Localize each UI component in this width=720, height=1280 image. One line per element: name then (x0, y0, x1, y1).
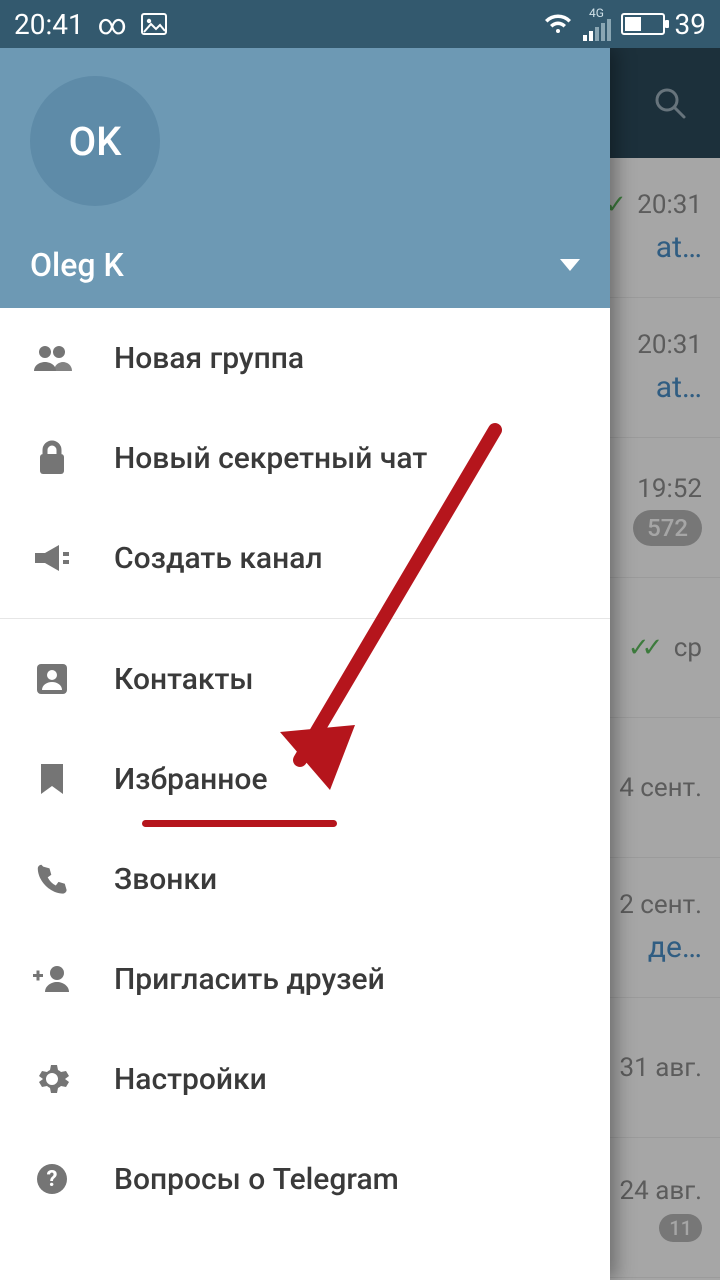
drawer-header: OK Oleg K (0, 48, 610, 308)
menu-label: Новая группа (114, 341, 304, 376)
menu-saved-messages[interactable]: Избранное (0, 729, 610, 829)
menu-label: Настройки (114, 1062, 267, 1097)
menu-new-group[interactable]: Новая группа (0, 308, 610, 408)
avatar-initials: OK (69, 118, 122, 165)
menu-new-channel[interactable]: Создать канал (0, 508, 610, 608)
status-left: 20:41 ∞ (14, 8, 167, 41)
menu-secret-chat[interactable]: Новый секретный чат (0, 408, 610, 508)
signal-icon (583, 19, 611, 41)
menu-settings[interactable]: Настройки (0, 1029, 610, 1129)
menu-label: Новый секретный чат (114, 441, 427, 476)
menu-calls[interactable]: Звонки (0, 829, 610, 929)
battery-percent: 39 (675, 8, 706, 41)
account-switcher[interactable]: Oleg K (30, 246, 580, 284)
network-type: 4G (589, 7, 604, 19)
menu-label: Звонки (114, 862, 217, 897)
menu-label: Избранное (114, 762, 268, 797)
annotation-underline (142, 820, 337, 827)
menu-contacts[interactable]: Контакты (0, 629, 610, 729)
status-right: 4G 39 (543, 7, 706, 41)
drawer-menu: Новая группа Новый секретный чат Создать… (0, 308, 610, 1280)
add-user-icon (30, 964, 74, 994)
menu-divider (0, 618, 610, 619)
phone-icon (30, 863, 74, 895)
menu-label: Создать канал (114, 541, 323, 576)
group-icon (30, 343, 74, 373)
navigation-drawer: OK Oleg K Новая группа Новый секретный ч… (0, 48, 610, 1280)
menu-faq[interactable]: ? Вопросы о Telegram (0, 1129, 610, 1229)
menu-label: Контакты (114, 662, 254, 697)
screen: 20:41 ∞ 4G 39 (0, 0, 720, 1280)
menu-label: Вопросы о Telegram (114, 1162, 399, 1197)
lock-icon (30, 440, 74, 476)
status-time: 20:41 (14, 8, 84, 41)
chevron-down-icon (560, 259, 580, 271)
infinity-icon: ∞ (98, 8, 127, 41)
megaphone-icon (30, 543, 74, 573)
picture-icon (141, 13, 167, 35)
help-icon: ? (30, 1162, 74, 1196)
gear-icon (30, 1062, 74, 1096)
svg-text:?: ? (47, 1167, 58, 1192)
status-bar: 20:41 ∞ 4G 39 (0, 0, 720, 48)
menu-label: Пригласить друзей (114, 962, 385, 997)
contact-icon (30, 662, 74, 696)
bookmark-icon (30, 762, 74, 796)
battery-icon (621, 13, 665, 35)
menu-invite-friends[interactable]: Пригласить друзей (0, 929, 610, 1029)
account-name: Oleg K (30, 246, 124, 284)
wifi-icon (543, 13, 573, 35)
avatar[interactable]: OK (30, 76, 160, 206)
